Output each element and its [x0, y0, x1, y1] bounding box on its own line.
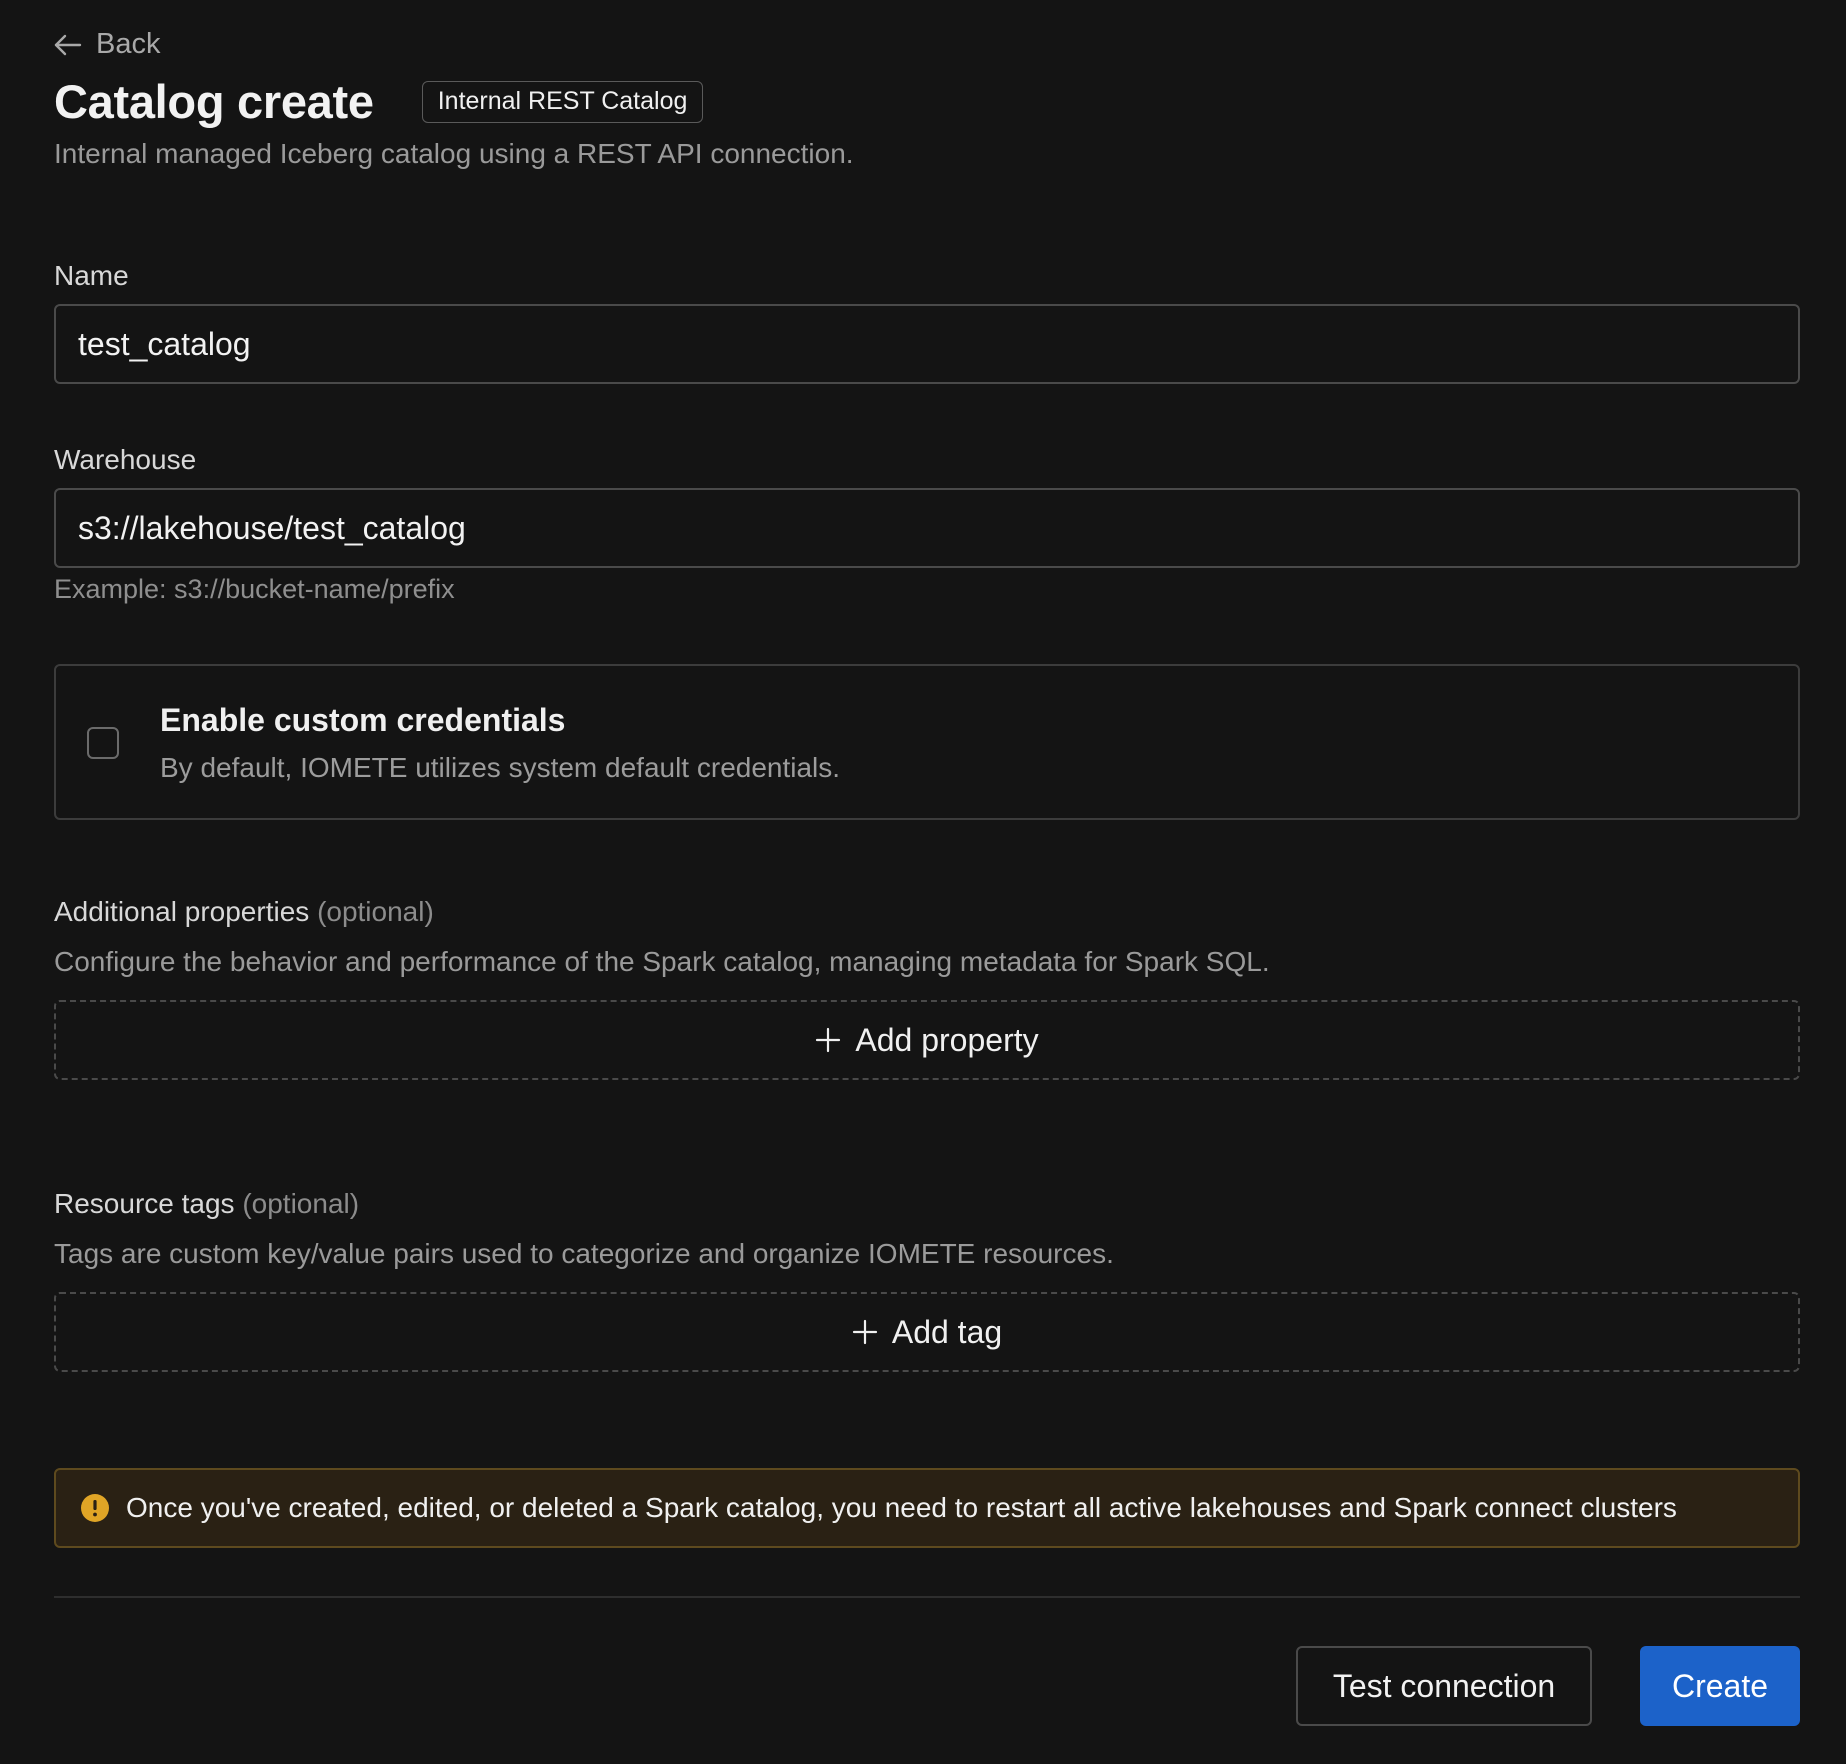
tags-label: Resource tags (optional) [54, 1188, 359, 1220]
warehouse-label: Warehouse [54, 444, 197, 475]
plus-icon [852, 1319, 878, 1345]
tags-label-text: Resource tags [54, 1188, 235, 1219]
warehouse-hint: Example: s3://bucket-name/prefix [54, 574, 455, 604]
add-property-button[interactable]: Add property [54, 1000, 1800, 1080]
properties-description: Configure the behavior and performance o… [54, 946, 1270, 977]
title-row: Catalog create Internal REST Catalog [54, 74, 704, 129]
name-input[interactable]: test_catalog [54, 304, 1800, 384]
custom-credentials-checkbox[interactable] [87, 727, 119, 759]
alert-message: Once you've created, edited, or deleted … [126, 1492, 1677, 1523]
add-property-label: Add property [855, 1021, 1039, 1058]
properties-label-text: Additional properties [54, 896, 310, 927]
add-tag-button[interactable]: Add tag [54, 1292, 1800, 1372]
custom-credentials-description: By default, IOMETE utilizes system defau… [160, 752, 841, 783]
warehouse-input-value: s3://lakehouse/test_catalog [78, 509, 466, 546]
catalog-type-badge: Internal REST Catalog [421, 80, 704, 123]
create-button[interactable]: Create [1640, 1646, 1800, 1726]
restart-warning-alert: Once you've created, edited, or deleted … [54, 1468, 1800, 1548]
back-label: Back [96, 28, 161, 60]
warehouse-input[interactable]: s3://lakehouse/test_catalog [54, 488, 1800, 568]
page-subtitle: Internal managed Iceberg catalog using a… [54, 138, 854, 169]
tags-optional-text: (optional) [242, 1188, 360, 1219]
custom-credentials-card: Enable custom credentials By default, IO… [54, 664, 1800, 820]
arrow-left-icon [54, 34, 82, 56]
add-tag-label: Add tag [891, 1313, 1003, 1350]
page-title: Catalog create [54, 75, 374, 128]
footer-divider [54, 1596, 1800, 1598]
properties-optional-text: (optional) [317, 896, 434, 927]
plus-icon [815, 1027, 841, 1053]
name-input-value: test_catalog [78, 325, 251, 362]
tags-description: Tags are custom key/value pairs used to … [54, 1238, 1114, 1269]
name-label: Name [54, 260, 129, 291]
test-connection-button[interactable]: Test connection [1296, 1646, 1592, 1726]
back-link[interactable]: Back [54, 28, 160, 61]
warning-icon [80, 1493, 110, 1523]
catalog-create-page: Back Catalog create Internal REST Catalo… [0, 0, 1846, 1764]
custom-credentials-title: Enable custom credentials [160, 702, 566, 738]
properties-label: Additional properties (optional) [54, 896, 434, 928]
